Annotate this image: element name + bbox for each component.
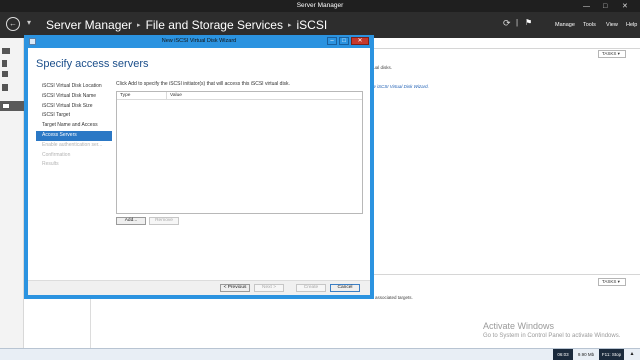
targets-empty-text: associated targets.	[375, 295, 413, 300]
taskbar-stop[interactable]: F11: Stop	[599, 349, 624, 360]
tasks-dropdown-top[interactable]: TASKS ▾	[598, 50, 626, 58]
dashboard-icon[interactable]	[2, 48, 10, 54]
menu-view[interactable]: View	[606, 22, 618, 28]
wizard-minimize-icon[interactable]: –	[327, 37, 337, 45]
next-button: Next >	[254, 284, 284, 292]
column-header-value[interactable]: Value	[167, 92, 182, 100]
all-servers-icon[interactable]	[2, 71, 8, 77]
breadcrumb-separator-icon: ▸	[287, 22, 292, 29]
step-confirmation: Confirmation	[42, 151, 71, 158]
step-results: Results	[42, 161, 59, 168]
step-disk-name[interactable]: iSCSI Virtual Disk Name	[36, 92, 112, 102]
breadcrumb-item-file-storage[interactable]: File and Storage Services	[146, 18, 283, 32]
activate-windows-watermark: Activate Windows Go to System in Control…	[483, 321, 620, 339]
breadcrumb: Server Manager ▸ File and Storage Services…	[46, 18, 327, 32]
table-header: Type Value	[117, 92, 362, 100]
tasks-dropdown-bottom[interactable]: TASKS ▾	[598, 278, 626, 286]
wizard-title: New iSCSI Virtual Disk Wizard	[161, 38, 237, 44]
tasks-label: TASKS	[602, 279, 617, 284]
step-disk-location[interactable]: iSCSI Virtual Disk Location	[36, 82, 112, 92]
start-wizard-link[interactable]: ew iSCSI Virtual Disk Wizard.	[370, 84, 429, 89]
menu-tools[interactable]: Tools	[583, 22, 596, 28]
taskbar-empty	[0, 349, 520, 360]
step-target-name-access[interactable]: Target Name and Access	[36, 121, 112, 131]
initiators-table[interactable]: Type Value	[116, 91, 363, 214]
refresh-icon[interactable]: ⟳	[503, 18, 511, 29]
remove-button: Remove	[149, 217, 179, 225]
forward-arrow-icon[interactable]: ▾	[22, 17, 36, 31]
wizard-app-icon	[29, 38, 36, 45]
step-iscsi-target[interactable]: iSCSI Target	[36, 111, 112, 121]
column-header-type[interactable]: Type	[117, 92, 130, 100]
wizard-heading: Specify access servers	[36, 58, 149, 70]
step-disk-size[interactable]: iSCSI Virtual Disk Size	[36, 102, 112, 112]
flag-icon[interactable]: ⚑	[525, 18, 532, 27]
server-manager-sidebar	[0, 38, 24, 360]
wizard-maximize-icon[interactable]: □	[339, 37, 349, 45]
window-title: Server Manager	[296, 2, 344, 9]
taskbar-memory: 9.90 Mb	[577, 352, 595, 357]
tasks-label: TASKS	[602, 51, 617, 56]
step-enable-authentication: Enable authentication ser...	[42, 141, 103, 148]
local-server-icon[interactable]	[2, 60, 7, 67]
server-manager-titlebar: Server Manager — □ ✕	[0, 0, 640, 12]
wizard-steps: iSCSI Virtual Disk Location iSCSI Virtua…	[36, 82, 112, 170]
step-access-servers[interactable]: Access Servers	[36, 130, 112, 141]
menu-help[interactable]: Help	[626, 22, 637, 28]
taskbar-time: 06:03	[553, 349, 573, 360]
cancel-button[interactable]: Cancel	[330, 284, 360, 292]
activate-title: Activate Windows	[483, 321, 555, 331]
wizard-instruction: Click Add to specify the iSCSI initiator…	[116, 81, 290, 87]
breadcrumb-separator-icon: ▸	[137, 22, 141, 29]
sidebar-selected-row[interactable]	[0, 101, 24, 111]
file-storage-icon[interactable]	[2, 84, 8, 91]
breadcrumb-item-server-manager[interactable]: Server Manager	[46, 18, 132, 32]
empty-pane-text: tual disks.	[372, 65, 393, 70]
storage-selected-icon	[2, 103, 10, 109]
create-button: Create	[296, 284, 326, 292]
menu-manage[interactable]: Manage	[555, 22, 575, 28]
back-arrow-icon[interactable]: ←	[6, 17, 20, 31]
breadcrumb-item-iscsi[interactable]: iSCSI	[296, 18, 327, 32]
taskbar-expand-icon[interactable]: ▴	[626, 349, 638, 360]
wizard-footer: < Previous Next > Create Cancel	[28, 280, 370, 295]
wizard-body: Specify access servers iSCSI Virtual Dis…	[28, 48, 370, 295]
separator-icon: |	[516, 18, 519, 27]
new-iscsi-virtual-disk-wizard: New iSCSI Virtual Disk Wizard – □ ✕ Spec…	[24, 35, 374, 299]
taskbar: 06:03 9.90 Mb F11: Stop ▴	[0, 348, 640, 360]
wizard-close-icon[interactable]: ✕	[351, 37, 369, 45]
previous-button[interactable]: < Previous	[220, 284, 250, 292]
wizard-titlebar: New iSCSI Virtual Disk Wizard – □ ✕	[24, 35, 374, 48]
activate-subtitle: Go to System in Control Panel to activat…	[483, 333, 621, 339]
add-button[interactable]: Add...	[116, 217, 146, 225]
